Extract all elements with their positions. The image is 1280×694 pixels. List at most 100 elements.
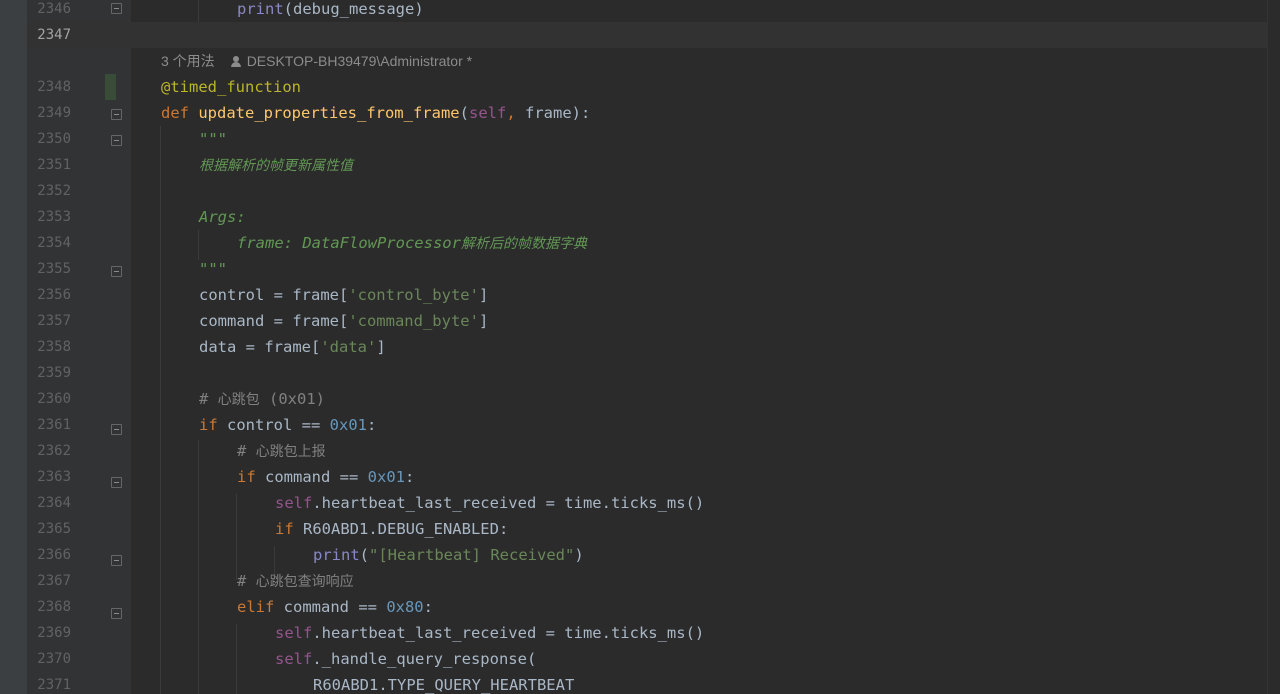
vcs-change-marker[interactable] bbox=[105, 74, 116, 100]
code-line[interactable]: elif command == 0x80: bbox=[237, 594, 433, 620]
code-token: """ bbox=[199, 130, 227, 148]
fold-end-icon[interactable] bbox=[111, 555, 122, 566]
user-icon bbox=[230, 56, 241, 67]
fold-start-icon[interactable] bbox=[111, 477, 122, 488]
code-line[interactable]: R60ABD1.TYPE_QUERY_HEARTBEAT bbox=[313, 672, 574, 694]
code-line[interactable]: Args: bbox=[199, 204, 246, 230]
code-line[interactable]: def update_properties_from_frame(self, f… bbox=[161, 100, 590, 126]
code-line[interactable]: """ bbox=[199, 256, 227, 282]
code-token: self bbox=[275, 650, 313, 668]
author-name[interactable]: DESKTOP-BH39479\Administrator * bbox=[247, 53, 472, 69]
code-token: 'command_byte' bbox=[348, 312, 479, 330]
fold-end-icon[interactable] bbox=[111, 3, 122, 14]
code-line[interactable]: frame: DataFlowProcessor解析后的帧数据字典 bbox=[237, 230, 587, 256]
indent-guide bbox=[198, 0, 199, 22]
line-number: 2346 bbox=[37, 1, 71, 17]
line-number: 2354 bbox=[37, 235, 71, 251]
line-number: 2359 bbox=[37, 365, 71, 381]
line-number: 2367 bbox=[37, 573, 71, 589]
code-token: # bbox=[237, 442, 256, 460]
code-line[interactable]: self.heartbeat_last_received = time.tick… bbox=[275, 620, 704, 646]
code-token: def bbox=[161, 104, 189, 122]
line-number: 2364 bbox=[37, 495, 71, 511]
code-line[interactable]: if control == 0x01: bbox=[199, 412, 376, 438]
code-line[interactable]: self.heartbeat_last_received = time.tick… bbox=[275, 490, 704, 516]
code-token: : bbox=[404, 468, 415, 486]
current-line-highlight bbox=[27, 22, 1268, 48]
code-line[interactable]: control = frame['control_byte'] bbox=[199, 282, 488, 308]
code-token: "[Heartbeat] Received" bbox=[369, 546, 575, 564]
code-line[interactable]: # 心跳包上报 bbox=[237, 438, 326, 464]
vertical-scrollbar[interactable] bbox=[1267, 0, 1280, 694]
code-token: data = frame[ bbox=[199, 338, 321, 356]
code-line[interactable]: 根据解析的帧更新属性值 bbox=[199, 152, 353, 178]
code-token: (0x01) bbox=[259, 390, 325, 408]
code-token: ( bbox=[359, 546, 370, 564]
fold-end-icon[interactable] bbox=[111, 266, 122, 277]
code-line[interactable]: command = frame['command_byte'] bbox=[199, 308, 488, 334]
line-number: 2369 bbox=[37, 625, 71, 641]
usages-inlay-hint[interactable]: 3 个用法 DESKTOP-BH39479\Administrator * bbox=[161, 48, 472, 74]
code-line[interactable]: data = frame['data'] bbox=[199, 334, 386, 360]
code-token: """ bbox=[199, 260, 227, 278]
fold-start-icon[interactable] bbox=[111, 608, 122, 619]
code-token: ] bbox=[478, 286, 489, 304]
code-token: frame: DataFlowProcessor bbox=[237, 234, 461, 252]
indent-guide bbox=[198, 440, 199, 694]
line-number: 2368 bbox=[37, 599, 71, 615]
fold-start-icon[interactable] bbox=[111, 135, 122, 146]
tool-window-strip bbox=[0, 0, 27, 694]
line-number: 2362 bbox=[37, 443, 71, 459]
fold-start-icon[interactable] bbox=[111, 109, 122, 120]
code-line[interactable]: """ bbox=[199, 126, 227, 152]
code-line[interactable]: @timed_function bbox=[161, 74, 301, 100]
code-line[interactable]: # 心跳包查询响应 bbox=[237, 568, 354, 594]
code-token: if bbox=[275, 520, 294, 538]
line-number: 2351 bbox=[37, 157, 71, 173]
line-number: 2349 bbox=[37, 105, 71, 121]
code-token: 根据解析的帧更新属性值 bbox=[199, 158, 353, 174]
code-token: 0x01 bbox=[329, 416, 367, 434]
code-line[interactable]: print(debug_message) bbox=[237, 0, 424, 22]
code-token: if bbox=[237, 468, 256, 486]
line-number: 2356 bbox=[37, 287, 71, 303]
code-line[interactable]: print("[Heartbeat] Received") bbox=[313, 542, 584, 568]
indent-guide bbox=[236, 624, 237, 694]
code-token: self bbox=[275, 494, 313, 512]
code-line[interactable]: self._handle_query_response( bbox=[275, 646, 536, 672]
code-token: command == bbox=[274, 598, 387, 616]
usages-count[interactable]: 3 个用法 bbox=[161, 53, 215, 69]
line-number: 2371 bbox=[37, 677, 71, 693]
code-line[interactable]: if command == 0x01: bbox=[237, 464, 414, 490]
code-token: .heartbeat_last_received = time.ticks_ms… bbox=[312, 494, 705, 512]
line-number: 2355 bbox=[37, 261, 71, 277]
line-number: 2361 bbox=[37, 417, 71, 433]
code-token: if bbox=[199, 416, 218, 434]
code-token: print bbox=[237, 0, 284, 18]
line-number: 2366 bbox=[37, 547, 71, 563]
code-token: .heartbeat_last_received = time.ticks_ms… bbox=[312, 624, 705, 642]
code-token: 心跳包 bbox=[217, 392, 260, 408]
code-token: 'data' bbox=[320, 338, 377, 356]
code-token: # bbox=[237, 572, 256, 590]
line-number: 2353 bbox=[37, 209, 71, 225]
line-number: 2363 bbox=[37, 469, 71, 485]
code-token: # bbox=[199, 390, 218, 408]
code-token: (debug_message) bbox=[283, 0, 424, 18]
fold-start-icon[interactable] bbox=[111, 424, 122, 435]
code-line[interactable]: # 心跳包 (0x01) bbox=[199, 386, 325, 412]
code-token: Args: bbox=[199, 208, 246, 226]
code-token: control = frame[ bbox=[199, 286, 349, 304]
code-token: ._handle_query_response( bbox=[312, 650, 537, 668]
code-line[interactable]: if R60ABD1.DEBUG_ENABLED: bbox=[275, 516, 508, 542]
code-token: 0x01 bbox=[367, 468, 405, 486]
line-number: 2357 bbox=[37, 313, 71, 329]
code-token: self bbox=[468, 104, 507, 122]
code-token: @timed_function bbox=[161, 78, 301, 96]
code-token: command == bbox=[255, 468, 368, 486]
code-token: 解析后的帧数据字典 bbox=[460, 236, 587, 252]
code-editor[interactable]: 2346 2347 2348 2349 2350 2351 2352 2353 … bbox=[0, 0, 1280, 694]
line-number: 2358 bbox=[37, 339, 71, 355]
code-token: elif bbox=[237, 598, 275, 616]
gutter-separator bbox=[130, 0, 131, 694]
